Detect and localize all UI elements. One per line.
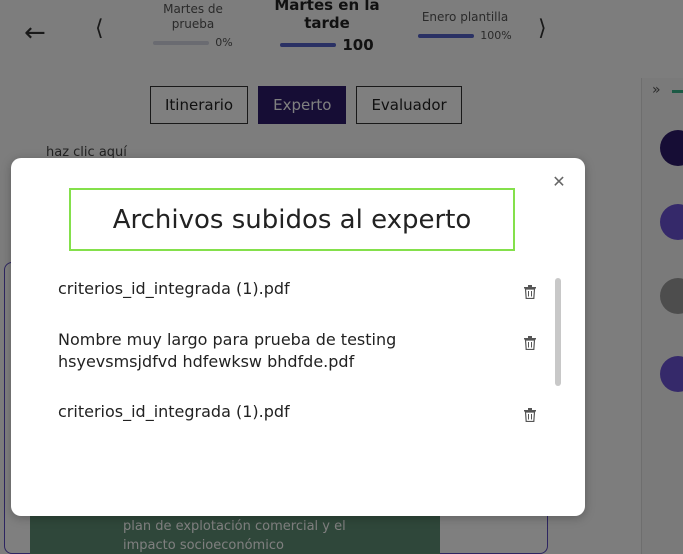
modal-title-box: Archivos subidos al experto: [69, 188, 515, 251]
list-item: Nombre muy largo para prueba de testing …: [58, 329, 538, 373]
file-name[interactable]: criterios_id_integrada (1).pdf: [58, 278, 488, 301]
list-item: criterios_id_integrada (1).pdf: [58, 278, 538, 301]
trash-icon[interactable]: [522, 334, 538, 352]
trash-icon[interactable]: [522, 406, 538, 424]
trash-icon[interactable]: [522, 283, 538, 301]
file-list-scrollbar[interactable]: [555, 278, 561, 386]
file-name[interactable]: Nombre muy largo para prueba de testing …: [58, 329, 488, 373]
close-icon[interactable]: ✕: [550, 173, 568, 191]
file-name[interactable]: criterios_id_integrada (1).pdf: [58, 401, 488, 424]
list-item: criterios_id_integrada (1).pdf: [58, 401, 538, 424]
uploaded-files-modal: ✕ Archivos subidos al experto criterios_…: [11, 158, 585, 516]
modal-title: Archivos subidos al experto: [112, 204, 472, 235]
